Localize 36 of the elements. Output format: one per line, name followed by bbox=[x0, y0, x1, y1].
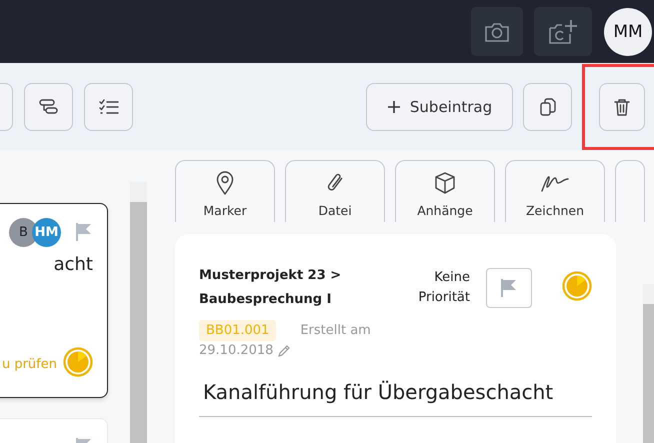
flag-icon bbox=[75, 222, 93, 242]
checklist-icon bbox=[98, 98, 118, 114]
stacked-bars-icon bbox=[38, 98, 58, 116]
tab[interactable]: Zeichnen bbox=[505, 160, 605, 222]
entry-code: BB01.001 bbox=[199, 320, 276, 341]
camera-plus-icon bbox=[548, 18, 578, 44]
map-pin-icon bbox=[216, 171, 234, 195]
toolbar-button[interactable] bbox=[24, 82, 73, 130]
created-label: Erstellt am bbox=[300, 323, 371, 338]
camera-button[interactable] bbox=[471, 7, 523, 56]
tab[interactable]: Datei bbox=[285, 160, 385, 222]
breadcrumb: Musterprojekt 23 > Baubesprechung I bbox=[199, 267, 342, 309]
priority-label: Keine Priorität bbox=[417, 269, 470, 307]
scrollbar[interactable] bbox=[643, 284, 654, 443]
card-title: acht bbox=[52, 254, 93, 275]
status-label: u prüfen bbox=[2, 356, 57, 372]
list-card[interactable]: B HM acht u prüfen bbox=[0, 203, 108, 398]
user-avatar[interactable]: MM bbox=[604, 8, 652, 56]
copy-button[interactable] bbox=[523, 82, 572, 130]
trash-icon bbox=[614, 98, 630, 116]
avatar: HM bbox=[32, 218, 61, 246]
scrollbar[interactable] bbox=[130, 182, 147, 443]
cube-icon bbox=[433, 171, 457, 195]
toolbar-button[interactable] bbox=[84, 82, 133, 130]
copy-icon bbox=[540, 98, 556, 116]
pencil-icon bbox=[277, 344, 292, 358]
delete-button[interactable] bbox=[599, 82, 645, 130]
flag-icon bbox=[500, 278, 518, 298]
add-photo-button[interactable] bbox=[534, 7, 592, 56]
tab[interactable]: Anhänge bbox=[395, 160, 495, 222]
add-subentry-button[interactable]: Subeintrag bbox=[366, 82, 513, 130]
plus-icon bbox=[386, 100, 401, 114]
created-date: 29.10.2018 bbox=[199, 343, 274, 358]
tab[interactable]: Marker bbox=[175, 160, 275, 222]
entry-title-field[interactable]: Kanalführung für Übergabeschacht bbox=[199, 376, 592, 417]
camera-icon bbox=[484, 20, 510, 42]
